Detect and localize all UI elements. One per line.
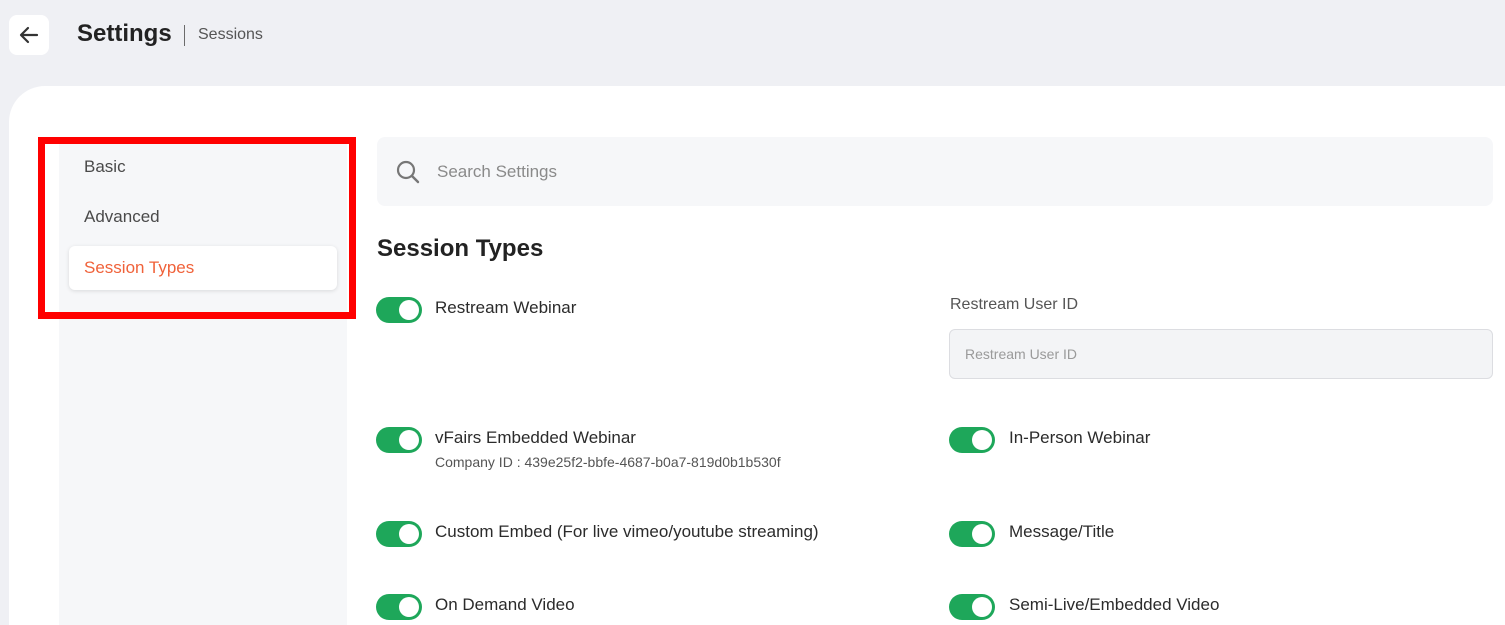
search-bar[interactable] xyxy=(377,137,1493,206)
message-title-label: Message/Title xyxy=(1009,522,1115,541)
semi-live-embedded-video-toggle[interactable] xyxy=(949,594,995,620)
top-bar: Settings Sessions xyxy=(0,0,1505,86)
back-button[interactable] xyxy=(9,15,49,55)
search-input[interactable] xyxy=(437,161,1337,182)
toggle-knob xyxy=(399,430,419,450)
search-icon xyxy=(396,160,420,183)
toggle-knob xyxy=(972,524,992,544)
on-demand-video-toggle[interactable] xyxy=(376,594,422,620)
section-title: Session Types xyxy=(377,235,544,262)
vfairs-embedded-webinar-label: vFairs Embedded Webinar xyxy=(435,428,636,447)
toggle-knob xyxy=(972,597,992,617)
restream-webinar-toggle[interactable] xyxy=(376,297,422,323)
page-title: Settings xyxy=(77,20,172,47)
title-divider xyxy=(184,25,185,46)
custom-embed-toggle[interactable] xyxy=(376,521,422,547)
vfairs-embedded-webinar-toggle[interactable] xyxy=(376,427,422,453)
restream-user-id-label: Restream User ID xyxy=(950,296,1079,313)
toggle-knob xyxy=(399,524,419,544)
message-title-toggle[interactable] xyxy=(949,521,995,547)
restream-user-id-input[interactable] xyxy=(949,329,1493,379)
toggle-knob xyxy=(399,300,419,320)
highlight-annotation-box xyxy=(38,137,356,319)
toggle-knob xyxy=(399,597,419,617)
restream-webinar-label: Restream Webinar xyxy=(435,298,577,317)
toggle-knob xyxy=(972,430,992,450)
arrow-left-icon xyxy=(19,26,39,44)
company-id-text: Company ID : 439e25f2-bbfe-4687-b0a7-819… xyxy=(435,454,781,470)
in-person-webinar-toggle[interactable] xyxy=(949,427,995,453)
in-person-webinar-label: In-Person Webinar xyxy=(1009,428,1151,447)
semi-live-embedded-video-label: Semi-Live/Embedded Video xyxy=(1009,595,1220,614)
on-demand-video-label: On Demand Video xyxy=(435,595,575,614)
custom-embed-label: Custom Embed (For live vimeo/youtube str… xyxy=(435,522,819,541)
breadcrumb: Sessions xyxy=(198,26,263,43)
